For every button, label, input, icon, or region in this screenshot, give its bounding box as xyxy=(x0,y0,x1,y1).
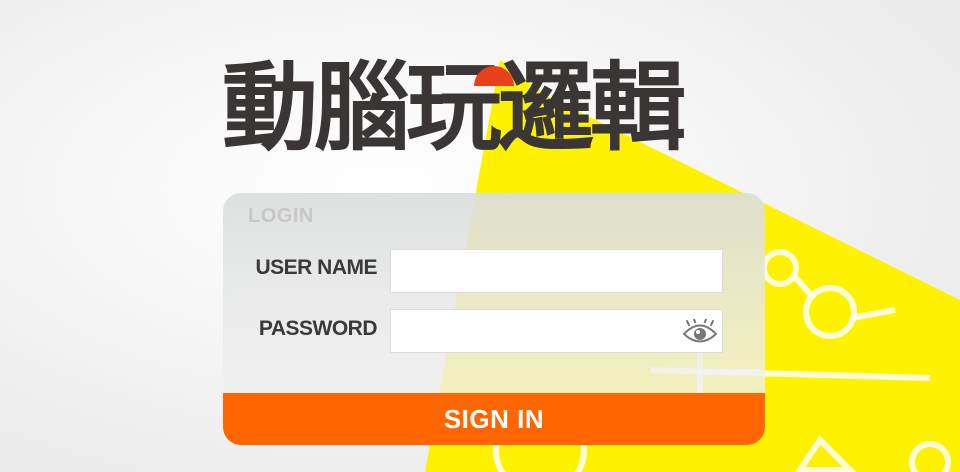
sign-in-button[interactable]: SIGN IN xyxy=(223,393,765,445)
login-panel: LOGIN USER NAME PASSWORD SIGN IN xyxy=(223,193,765,445)
eye-icon[interactable] xyxy=(681,319,719,345)
brand-logo: 動腦玩邏輯 xyxy=(222,56,767,160)
username-input[interactable] xyxy=(390,249,723,293)
username-label: USER NAME xyxy=(255,256,377,279)
login-title: LOGIN xyxy=(248,205,314,227)
password-label: PASSWORD xyxy=(258,317,378,340)
lightbulb-icon xyxy=(474,66,514,86)
password-input[interactable] xyxy=(390,309,723,353)
